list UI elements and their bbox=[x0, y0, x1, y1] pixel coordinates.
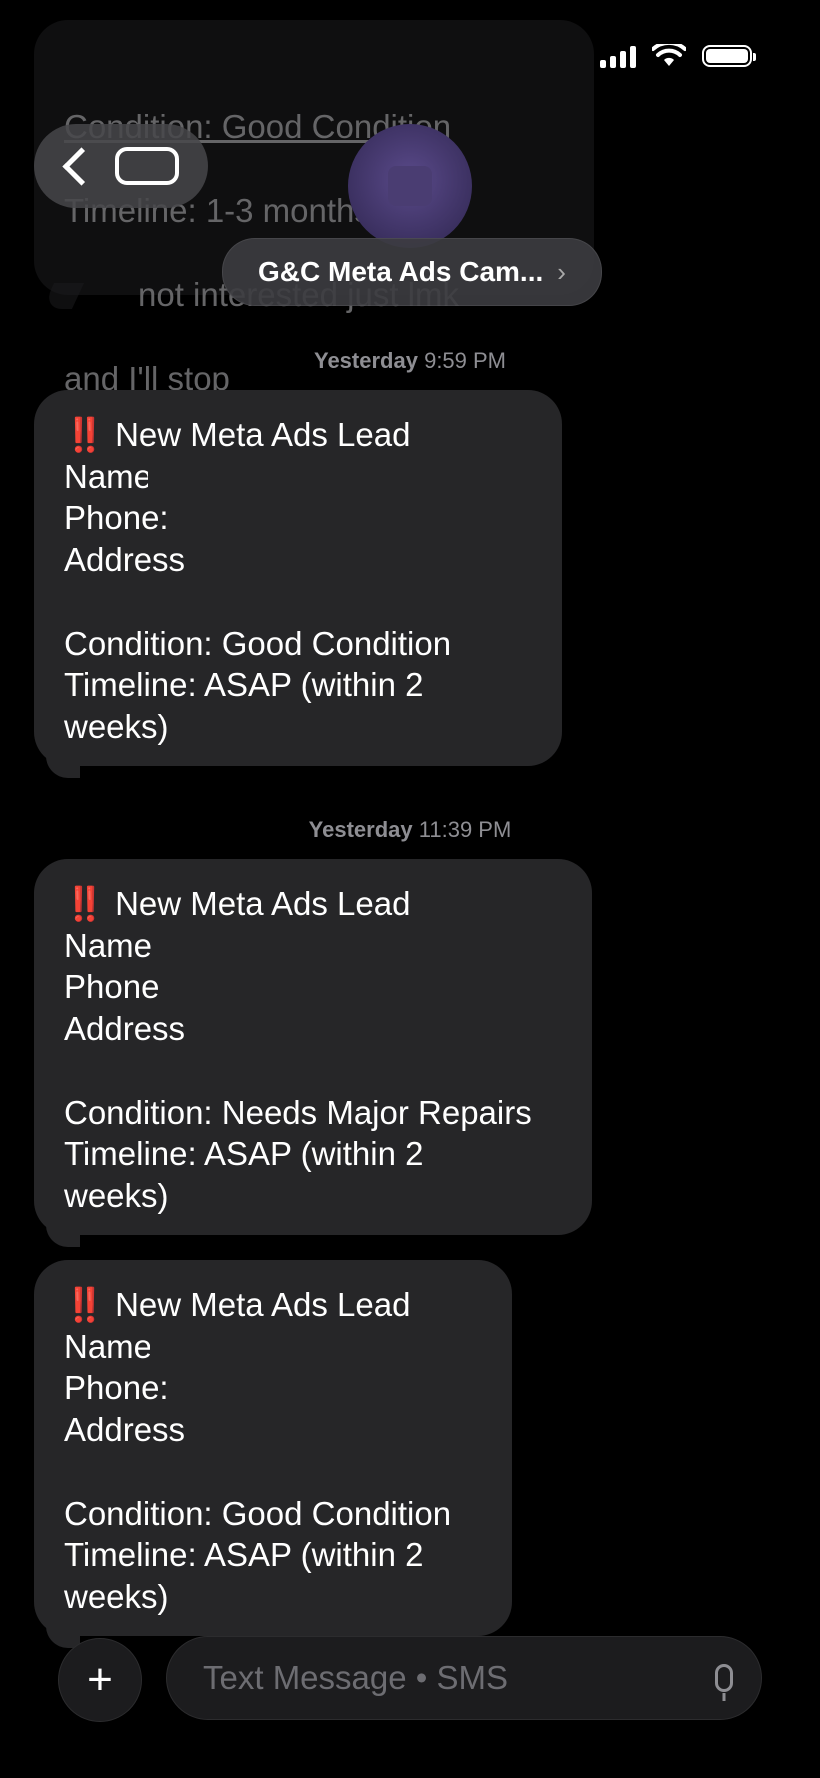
back-button[interactable] bbox=[34, 124, 208, 208]
conversations-icon bbox=[115, 147, 179, 185]
microphone-icon[interactable] bbox=[715, 1664, 733, 1692]
message-title: New Meta Ads Lead bbox=[115, 885, 411, 922]
lead-address-label: Address bbox=[64, 541, 186, 579]
lead-phone-label: Phone bbox=[64, 968, 160, 1006]
lead-timeline-cont: weeks) bbox=[64, 1577, 169, 1615]
contact-name-button[interactable]: G&C Meta Ads Cam... › bbox=[222, 238, 602, 306]
bubble-tail bbox=[46, 1217, 80, 1247]
lead-condition: Condition: Needs Major Repairs bbox=[64, 1093, 532, 1131]
message-title: New Meta Ads Lead bbox=[115, 416, 411, 453]
double-exclamation-icon: ‼️ bbox=[64, 416, 105, 453]
lead-condition: Condition: Good Condition bbox=[64, 624, 452, 662]
timestamp: Yesterday 9:59 PM bbox=[0, 348, 820, 374]
lead-timeline-cont: weeks) bbox=[64, 1176, 169, 1214]
message-bubble[interactable]: ‼️ New Meta Ads Lead Name Phone Address C… bbox=[34, 859, 592, 1235]
lead-address-label: Address bbox=[64, 1411, 186, 1449]
status-bar bbox=[600, 44, 756, 68]
message-input[interactable] bbox=[201, 1658, 715, 1698]
lead-timeline: Timeline: ASAP (within 2 bbox=[64, 1536, 424, 1574]
timestamp-time: 11:39 PM bbox=[418, 817, 512, 842]
lead-phone-label: Phone: bbox=[64, 1369, 168, 1407]
contact-avatar[interactable] bbox=[348, 124, 472, 248]
chevron-left-icon bbox=[62, 146, 101, 186]
lead-phone-label: Phone: bbox=[64, 499, 169, 537]
avatar-glyph bbox=[388, 166, 432, 206]
timestamp-day: Yesterday bbox=[308, 817, 413, 842]
message-bubble[interactable]: ‼️ New Meta Ads Lead Name Phone: Address … bbox=[34, 390, 562, 766]
lead-address-label: Address bbox=[64, 1010, 186, 1048]
double-exclamation-icon: ‼️ bbox=[64, 885, 105, 922]
lead-name-label: Name bbox=[64, 926, 152, 964]
bubble-tail bbox=[46, 748, 80, 778]
bubble-tail bbox=[46, 1618, 80, 1648]
lead-timeline: Timeline: ASAP (within 2 bbox=[64, 666, 424, 704]
message-composer[interactable] bbox=[166, 1636, 762, 1720]
timestamp-day: Yesterday bbox=[313, 348, 418, 373]
battery-icon bbox=[702, 45, 756, 67]
message-title: New Meta Ads Lead bbox=[115, 1286, 411, 1323]
timestamp: Yesterday 11:39 PM bbox=[0, 817, 820, 843]
plus-icon: + bbox=[87, 1655, 113, 1704]
lead-timeline-cont: weeks) bbox=[64, 707, 169, 745]
chevron-right-icon: › bbox=[557, 256, 566, 287]
lead-name-label: Name bbox=[64, 457, 148, 495]
contact-name: G&C Meta Ads Cam... bbox=[258, 256, 544, 287]
wifi-icon bbox=[652, 44, 686, 66]
double-exclamation-icon: ‼️ bbox=[64, 1286, 105, 1323]
cellular-signal-icon bbox=[600, 44, 636, 68]
add-attachment-button[interactable]: + bbox=[58, 1638, 142, 1722]
lead-timeline: Timeline: ASAP (within 2 bbox=[64, 1135, 424, 1173]
timestamp-time: 9:59 PM bbox=[424, 348, 507, 373]
lead-condition: Condition: Good Condition bbox=[64, 1494, 452, 1532]
lead-name-label: Name bbox=[64, 1327, 150, 1365]
message-bubble[interactable]: ‼️ New Meta Ads Lead Name Phone: Address … bbox=[34, 1260, 512, 1636]
